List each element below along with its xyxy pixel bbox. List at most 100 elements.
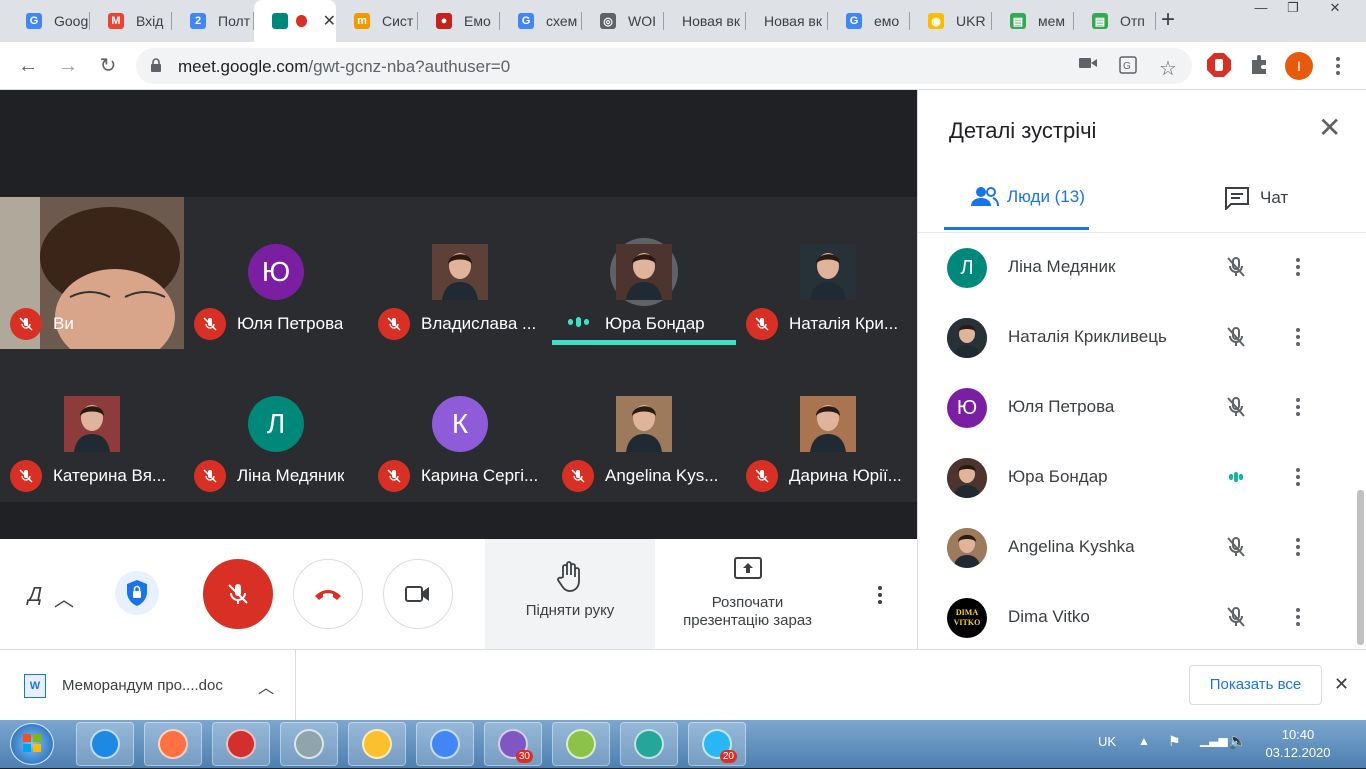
volume-icon[interactable]: 🔈	[1228, 732, 1247, 750]
participant-tile[interactable]: Ю Юля Петрова	[184, 197, 368, 349]
present-now-button[interactable]: Розпочати презентацію зараз	[655, 539, 840, 649]
address-bar[interactable]: meet.google.com/gwt-gcnz-nba?authuser=0 …	[136, 48, 1192, 84]
people-list-item[interactable]: Наталія Крикливець	[918, 303, 1366, 373]
chevron-up-icon[interactable]: ︿	[258, 674, 274, 698]
system-clock[interactable]: 10:40 03.12.2020	[1258, 726, 1338, 762]
participant-tile[interactable]: Владислава ...	[368, 197, 552, 349]
back-icon[interactable]: ←	[14, 52, 42, 80]
tab-favicon-icon: ◎	[600, 13, 616, 29]
reload-icon[interactable]: ↻	[94, 52, 122, 80]
new-tab-button[interactable]: +	[1154, 6, 1182, 34]
panel-scrollbar[interactable]	[1357, 490, 1364, 645]
clock-date: 03.12.2020	[1265, 745, 1331, 760]
camera-toggle-button[interactable]	[383, 559, 453, 629]
people-icon	[971, 187, 999, 207]
participant-tile[interactable]: Наталія Кри...	[736, 197, 920, 349]
browser-tab[interactable]: ◎ WOI	[582, 0, 664, 42]
close-icon[interactable]: ✕	[1318, 114, 1341, 142]
bookmark-star-icon[interactable]: ☆	[1158, 56, 1178, 80]
muted-mic-icon	[10, 308, 42, 340]
tab-title: WOI	[628, 13, 656, 29]
language-indicator[interactable]: UK	[1098, 734, 1116, 749]
camera-icon[interactable]	[1078, 56, 1098, 76]
browser-tab[interactable]: ◉ UKR	[910, 0, 992, 42]
browser-tab[interactable]: M Вхід	[90, 0, 172, 42]
browser-tab[interactable]: Новая вк	[746, 0, 828, 42]
people-list-item[interactable]: Angelina Kyshka	[918, 513, 1366, 583]
close-tab-icon[interactable]: ✕	[323, 11, 336, 31]
tray-expand-icon[interactable]: ▲	[1138, 734, 1150, 748]
meeting-code-label[interactable]: Д	[28, 584, 42, 607]
browser-tab[interactable]: G Goog	[8, 0, 90, 42]
taskbar-chrome-button[interactable]	[416, 722, 474, 766]
self-tile[interactable]: Ви	[0, 197, 184, 349]
participant-avatar: К	[432, 396, 488, 452]
close-download-bar-icon[interactable]: ✕	[1334, 674, 1349, 695]
flag-icon[interactable]: ⚑	[1168, 733, 1181, 750]
raise-hand-button[interactable]: Підняти руку	[485, 539, 655, 649]
participant-tile[interactable]: Юра Бондар	[552, 197, 736, 349]
taskbar-opera-button[interactable]	[212, 722, 270, 766]
taskbar-telegram-button[interactable]: 20	[688, 722, 746, 766]
person-name: Ліна Медяник	[1008, 257, 1116, 276]
taskbar-viber-button[interactable]: 30	[484, 722, 542, 766]
browser-tab[interactable]: ✕	[254, 0, 336, 42]
browser-tab[interactable]: Gемо	[828, 0, 910, 42]
minimize-button[interactable]: —	[1246, 0, 1276, 20]
notification-badge: 30	[515, 750, 533, 763]
browser-menu-icon[interactable]	[1328, 54, 1348, 78]
people-list-item[interactable]: Юра Бондар	[918, 443, 1366, 513]
close-window-button[interactable]: ✕	[1320, 0, 1350, 20]
restore-button[interactable]: ❐	[1278, 0, 1308, 20]
svg-text:G: G	[1123, 61, 1131, 72]
taskbar-calculator-button[interactable]	[280, 722, 338, 766]
speaking-indicator-icon	[568, 317, 589, 327]
participant-tile[interactable]: Л Ліна Медяник	[184, 349, 368, 501]
network-icon[interactable]: ▁▃▅	[1200, 733, 1228, 747]
people-list-item[interactable]: DIMA VITKO Dima Vitko	[918, 583, 1366, 653]
taskbar-ie-button[interactable]	[76, 722, 134, 766]
chevron-up-icon[interactable]: ︿	[54, 583, 74, 612]
show-all-button[interactable]: Показать все	[1189, 665, 1322, 705]
active-tab-indicator	[944, 227, 1089, 230]
adblock-icon[interactable]	[1206, 52, 1232, 78]
microphone-toggle-button[interactable]	[203, 559, 273, 629]
tab-people[interactable]: Люди (13)	[971, 186, 1085, 208]
participant-tile[interactable]: К Карина Сергі...	[368, 349, 552, 501]
muted-mic-icon	[746, 460, 778, 492]
forward-icon[interactable]: →	[54, 52, 82, 80]
participant-tile[interactable]: Катерина Вя...	[0, 349, 184, 501]
leave-call-button[interactable]	[293, 559, 363, 629]
person-more-options-icon[interactable]	[1288, 323, 1308, 351]
person-more-options-icon[interactable]	[1288, 463, 1308, 491]
url-text: meet.google.com/gwt-gcnz-nba?authuser=0	[178, 57, 511, 76]
browser-tab[interactable]: ▤ Отп	[1074, 0, 1156, 42]
browser-tab[interactable]: 2 Полт	[172, 0, 254, 42]
people-list-item[interactable]: Л Ліна Медяник	[918, 233, 1366, 303]
person-more-options-icon[interactable]	[1288, 393, 1308, 421]
start-button[interactable]	[10, 723, 54, 765]
taskbar-explorer-button[interactable]	[348, 722, 406, 766]
person-more-options-icon[interactable]	[1288, 253, 1308, 281]
profile-avatar[interactable]: I	[1285, 52, 1313, 80]
host-controls-button[interactable]	[115, 571, 159, 615]
translate-icon[interactable]: G	[1118, 56, 1138, 76]
person-more-options-icon[interactable]	[1288, 533, 1308, 561]
browser-tab[interactable]: ▤ мем	[992, 0, 1074, 42]
participant-tile[interactable]: Angelina Kys...	[552, 349, 736, 501]
tab-chat[interactable]: Чат	[1224, 186, 1288, 210]
more-options-icon[interactable]	[870, 581, 890, 609]
taskbar-paint-button[interactable]	[552, 722, 610, 766]
download-item[interactable]: W Меморандум про....doc ︿	[0, 650, 296, 721]
tab-favicon-icon: ●	[436, 13, 452, 29]
browser-tab[interactable]: Новая вк	[664, 0, 746, 42]
browser-tab[interactable]: Gсхем	[500, 0, 582, 42]
extensions-icon[interactable]	[1248, 54, 1270, 76]
browser-tab[interactable]: ● Емо	[418, 0, 500, 42]
browser-tab[interactable]: m Сист	[336, 0, 418, 42]
taskbar-photos-button[interactable]	[620, 722, 678, 766]
taskbar-media-button[interactable]	[144, 722, 202, 766]
people-list-item[interactable]: Ю Юля Петрова	[918, 373, 1366, 443]
person-more-options-icon[interactable]	[1288, 603, 1308, 631]
participant-tile[interactable]: Дарина Юрії...	[736, 349, 920, 501]
